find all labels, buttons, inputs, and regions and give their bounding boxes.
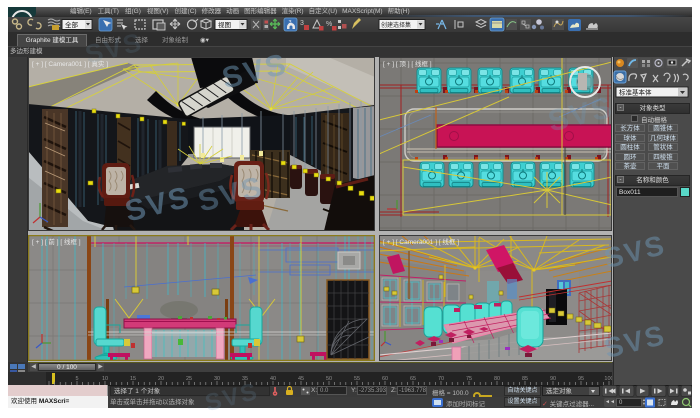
- svg-text:[ + ] [ Camera001 ] [ 真实 ]: [ + ] [ Camera001 ] [ 真实 ]: [32, 59, 108, 68]
- svg-text:[ + ] [ Camera001 ] [ 线框 ]: [ + ] [ Camera001 ] [ 线框 ]: [383, 237, 459, 246]
- svg-text:35: 35: [242, 376, 248, 382]
- svg-text:55: 55: [354, 376, 360, 382]
- svg-text:80: 80: [494, 376, 500, 382]
- svg-text:45: 45: [298, 376, 304, 382]
- svg-text:75: 75: [466, 376, 472, 382]
- svg-text:60: 60: [382, 376, 388, 382]
- svg-text:30: 30: [214, 376, 220, 382]
- svg-text:标准基本体: 标准基本体: [619, 88, 652, 97]
- svg-text:[ + ] [ 前 ] [ 线框 ]: [ + ] [ 前 ] [ 线框 ]: [32, 237, 81, 246]
- svg-text:70: 70: [438, 376, 444, 382]
- svg-text:65: 65: [410, 376, 416, 382]
- svg-text:[ + ] [ 顶 ] [ 线框 ]: [ + ] [ 顶 ] [ 线框 ]: [383, 59, 432, 68]
- svg-text:95: 95: [578, 376, 584, 382]
- svg-text:90: 90: [550, 376, 556, 382]
- svg-text:25: 25: [186, 376, 192, 382]
- svg-text:%: %: [326, 21, 332, 28]
- svg-text:5: 5: [75, 376, 78, 382]
- svg-text:3: 3: [300, 20, 304, 27]
- svg-text:40: 40: [270, 376, 276, 382]
- svg-text:85: 85: [522, 376, 528, 382]
- svg-text:创建选择集: 创建选择集: [381, 21, 411, 29]
- svg-text:50: 50: [326, 376, 332, 382]
- svg-text:10: 10: [102, 376, 108, 382]
- svg-text:15: 15: [130, 376, 136, 382]
- svg-text:视图: 视图: [218, 20, 231, 29]
- svg-text:全部: 全部: [65, 20, 79, 29]
- svg-text:100: 100: [604, 376, 612, 382]
- svg-text:20: 20: [158, 376, 164, 382]
- svg-text:3: 3: [289, 20, 292, 26]
